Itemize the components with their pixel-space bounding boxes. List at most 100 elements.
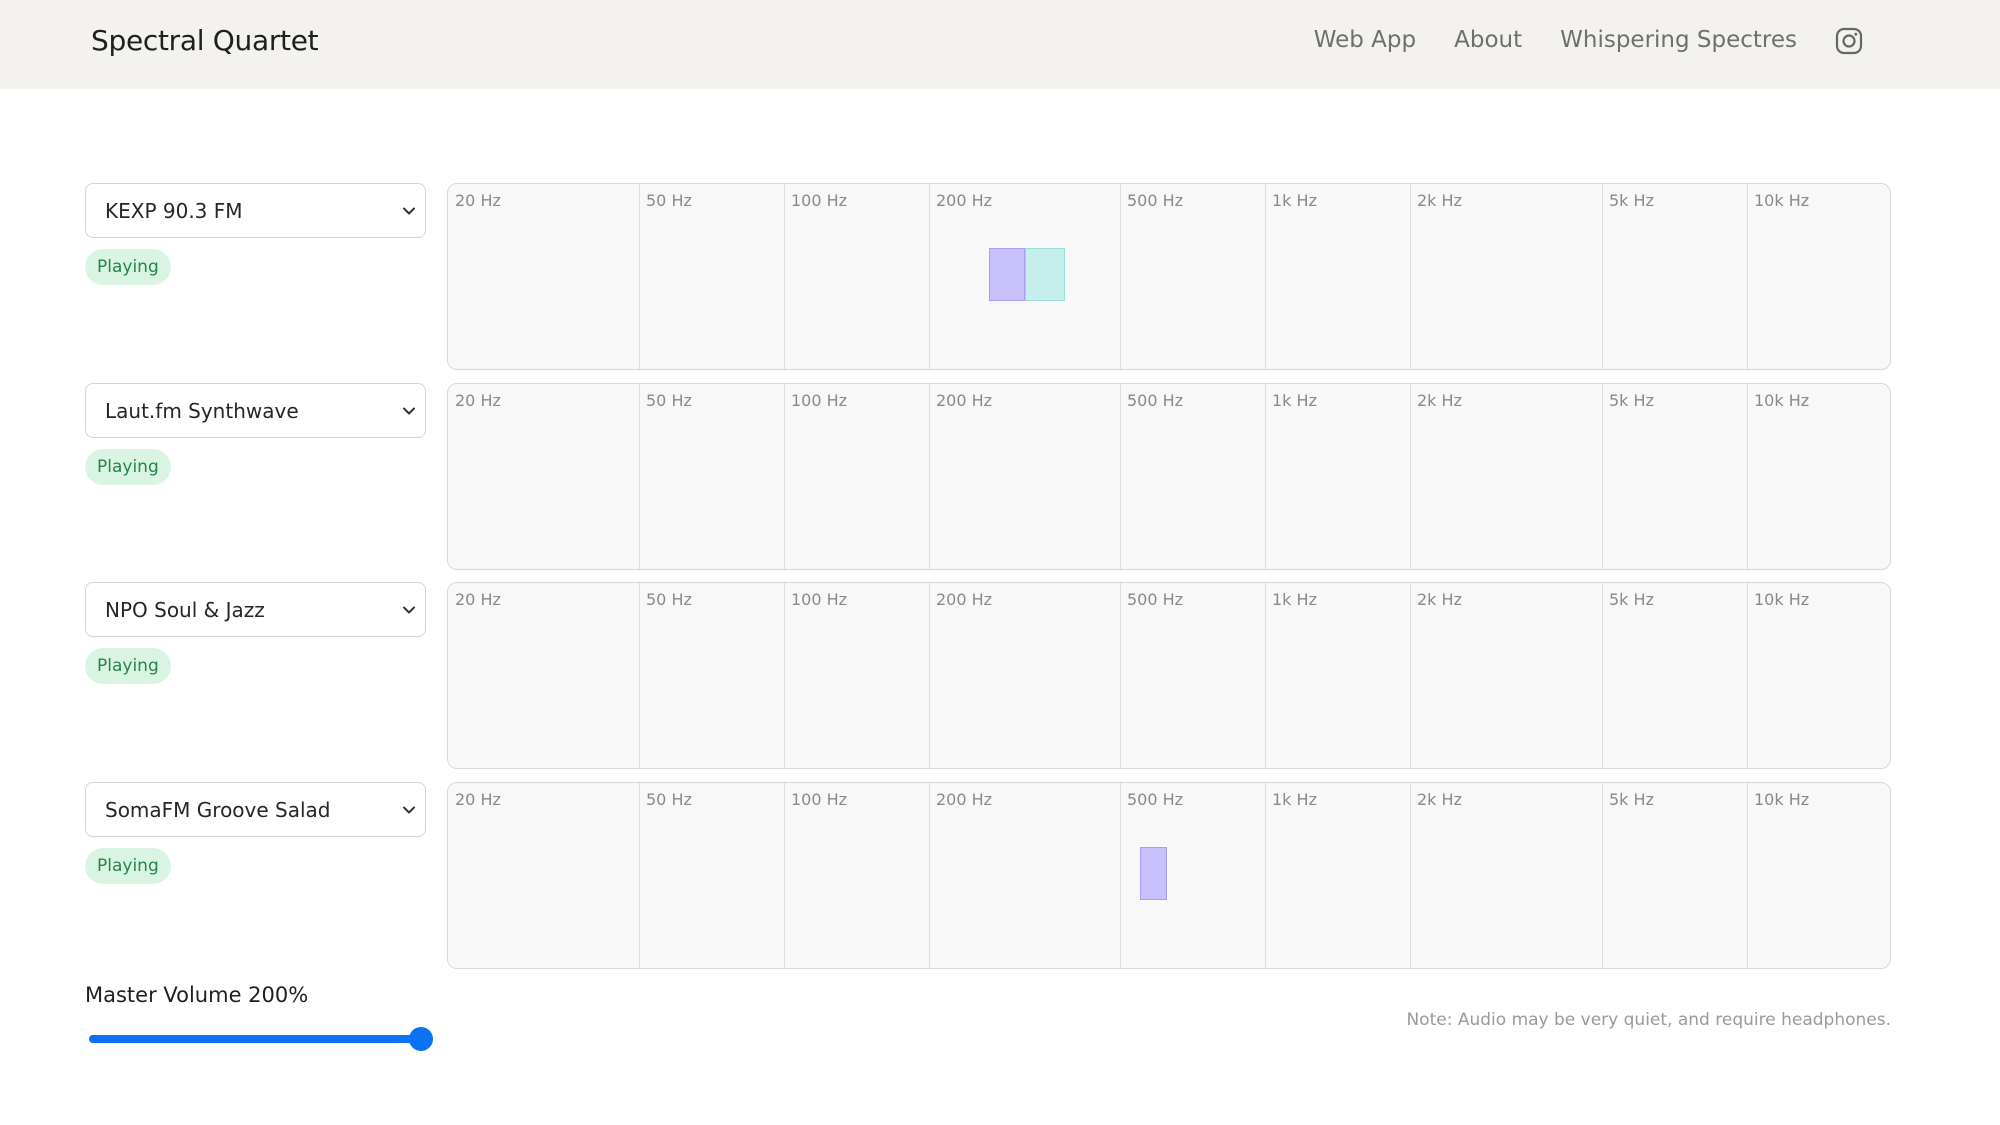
frequency-grid-line [1747,583,1748,768]
frequency-grid-line [1747,384,1748,569]
brand-title[interactable]: Spectral Quartet [91,24,319,57]
frequency-label: 2k Hz [1417,790,1462,809]
frequency-grid-line [1265,384,1266,569]
frequency-grid-line [1410,783,1411,968]
frequency-label: 100 Hz [791,391,848,410]
frequency-grid-line [1410,583,1411,768]
top-navbar: Spectral Quartet Web App About Whisperin… [0,0,2000,89]
nav-link-whispering-spectres[interactable]: Whispering Spectres [1560,27,1797,53]
frequency-band [1140,847,1167,900]
station-select[interactable]: KEXP 90.3 FM [85,183,426,238]
frequency-grid-line [1265,184,1266,369]
frequency-grid-line [1747,184,1748,369]
frequency-grid-line [1120,384,1121,569]
frequency-grid-line [1120,783,1121,968]
chevron-down-icon [403,407,415,415]
frequency-label: 20 Hz [455,391,501,410]
frequency-grid-line [784,384,785,569]
frequency-label: 2k Hz [1417,191,1462,210]
frequency-grid-line [929,783,930,968]
station-select[interactable]: SomaFM Groove Salad [85,782,426,837]
spectrum-display: 20 Hz 50 Hz 100 Hz 200 Hz 500 Hz 1k Hz 2k Hz 5k… [447,183,1891,370]
frequency-label: 2k Hz [1417,590,1462,609]
frequency-band [1025,248,1065,301]
frequency-grid-line [929,583,930,768]
chevron-down-icon [403,806,415,814]
frequency-band [989,248,1025,301]
slider-fill [89,1035,421,1043]
frequency-label: 1k Hz [1272,590,1317,609]
frequency-label: 2k Hz [1417,391,1462,410]
spectrum-display: 20 Hz 50 Hz 100 Hz 200 Hz 500 Hz 1k Hz 2k Hz 5k… [447,782,1891,969]
frequency-label: 50 Hz [646,590,692,609]
station-select[interactable]: NPO Soul & Jazz [85,582,426,637]
station-select[interactable]: Laut.fm Synthwave [85,383,426,438]
frequency-label: 5k Hz [1609,590,1654,609]
frequency-label: 10k Hz [1754,590,1810,609]
frequency-label: 100 Hz [791,590,848,609]
frequency-label: 500 Hz [1127,790,1184,809]
audio-note: Note: Audio may be very quiet, and requi… [1406,1010,1891,1030]
instagram-icon[interactable] [1835,27,1863,55]
frequency-grid-line [784,783,785,968]
slider-thumb[interactable] [409,1027,433,1051]
frequency-label: 5k Hz [1609,191,1654,210]
frequency-label: 20 Hz [455,191,501,210]
frequency-grid-line [784,583,785,768]
frequency-grid-line [1120,184,1121,369]
status-badge: Playing [85,249,171,285]
frequency-label: 200 Hz [936,790,993,809]
frequency-grid-line [1602,384,1603,569]
frequency-grid-line [929,384,930,569]
frequency-label: 100 Hz [791,191,848,210]
frequency-label: 10k Hz [1754,790,1810,809]
frequency-label: 1k Hz [1272,391,1317,410]
frequency-label: 200 Hz [936,590,993,609]
channel-row: SomaFM Groove Salad Playing 20 Hz 50 Hz 100 … [0,782,2000,969]
frequency-grid-line [639,783,640,968]
frequency-grid-line [929,184,930,369]
frequency-grid-line [1265,783,1266,968]
frequency-grid-line [1410,184,1411,369]
frequency-label: 100 Hz [791,790,848,809]
frequency-label: 10k Hz [1754,391,1810,410]
spectrum-display: 20 Hz 50 Hz 100 Hz 200 Hz 500 Hz 1k Hz 2k Hz 5k… [447,383,1891,570]
frequency-grid-line [1120,583,1121,768]
channel-row: KEXP 90.3 FM Playing 20 Hz 50 Hz 100 Hz 200 H… [0,183,2000,370]
nav-links: Web App About Whispering Spectres [1276,26,1863,55]
station-select-value: NPO Soul & Jazz [105,598,265,622]
frequency-grid-line [639,184,640,369]
frequency-label: 1k Hz [1272,191,1317,210]
frequency-label: 10k Hz [1754,191,1810,210]
frequency-label: 200 Hz [936,191,993,210]
station-select-value: Laut.fm Synthwave [105,399,299,423]
frequency-grid-line [639,384,640,569]
frequency-label: 20 Hz [455,790,501,809]
chevron-down-icon [403,207,415,215]
status-badge: Playing [85,648,171,684]
station-select-value: SomaFM Groove Salad [105,798,331,822]
chevron-down-icon [403,606,415,614]
frequency-grid-line [1602,184,1603,369]
frequency-grid-line [1747,783,1748,968]
frequency-grid-line [784,184,785,369]
nav-link-web-app[interactable]: Web App [1314,27,1416,53]
channel-row: Laut.fm Synthwave Playing 20 Hz 50 Hz 100 Hz… [0,383,2000,570]
frequency-grid-line [1410,384,1411,569]
station-select-value: KEXP 90.3 FM [105,199,243,223]
spectrum-display: 20 Hz 50 Hz 100 Hz 200 Hz 500 Hz 1k Hz 2k Hz 5k… [447,582,1891,769]
frequency-grid-line [1265,583,1266,768]
status-badge: Playing [85,848,171,884]
frequency-label: 200 Hz [936,391,993,410]
frequency-label: 20 Hz [455,590,501,609]
frequency-label: 5k Hz [1609,391,1654,410]
frequency-label: 50 Hz [646,191,692,210]
frequency-grid-line [1602,783,1603,968]
status-badge: Playing [85,449,171,485]
frequency-grid-line [1602,583,1603,768]
frequency-label: 50 Hz [646,391,692,410]
frequency-label: 500 Hz [1127,191,1184,210]
master-volume-slider[interactable] [85,1024,433,1054]
nav-link-about[interactable]: About [1454,27,1522,53]
frequency-label: 500 Hz [1127,391,1184,410]
